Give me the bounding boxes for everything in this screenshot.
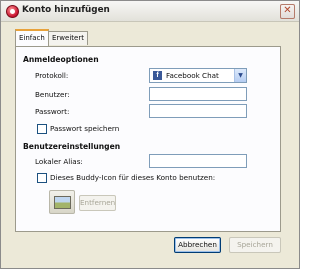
password-input[interactable]: [149, 104, 247, 118]
save-password-label[interactable]: Passwort speichern: [50, 124, 119, 133]
protocol-label: Protokoll:: [35, 71, 69, 80]
facebook-icon: f: [153, 71, 162, 80]
close-button[interactable]: ✕: [280, 4, 295, 19]
protocol-value: Facebook Chat: [166, 71, 219, 80]
user-settings-heading: Benutzereinstellungen: [23, 142, 121, 151]
cancel-button[interactable]: Abbrechen: [174, 237, 221, 253]
login-options-heading: Anmeldeoptionen: [23, 55, 99, 64]
protocol-select[interactable]: f Facebook Chat ▼: [149, 68, 247, 83]
local-alias-input[interactable]: [149, 154, 247, 168]
tab-panel: Anmeldeoptionen Protokoll: f Facebook Ch…: [15, 46, 281, 232]
save-password-checkbox[interactable]: [37, 124, 47, 134]
remove-button[interactable]: Entfernen: [79, 195, 116, 211]
tab-erweitert[interactable]: Erweitert: [48, 31, 88, 45]
buddy-icon-label[interactable]: Dieses Buddy-Icon für dieses Konto benut…: [50, 173, 215, 182]
add-account-dialog: Konto hinzufügen ✕ Einfach Erweitert Anm…: [0, 0, 300, 269]
username-label: Benutzer:: [35, 90, 70, 99]
chevron-down-icon[interactable]: ▼: [234, 69, 246, 82]
save-button[interactable]: Speichern: [229, 237, 281, 253]
tab-erweitert-label: Erweitert: [52, 34, 84, 42]
image-placeholder-icon: [54, 196, 71, 209]
window-title: Konto hinzufügen: [22, 5, 110, 15]
title-bar[interactable]: Konto hinzufügen ✕: [1, 1, 299, 22]
tab-einfach-label: Einfach: [19, 34, 45, 42]
username-input[interactable]: [149, 87, 247, 101]
password-label: Passwort:: [35, 107, 70, 116]
buddy-icon-image-button[interactable]: [49, 190, 75, 214]
buddy-icon-checkbox[interactable]: [37, 173, 47, 183]
local-alias-label: Lokaler Alias:: [35, 157, 83, 166]
pidgin-app-icon: [6, 5, 19, 18]
tab-einfach[interactable]: Einfach: [15, 29, 49, 46]
